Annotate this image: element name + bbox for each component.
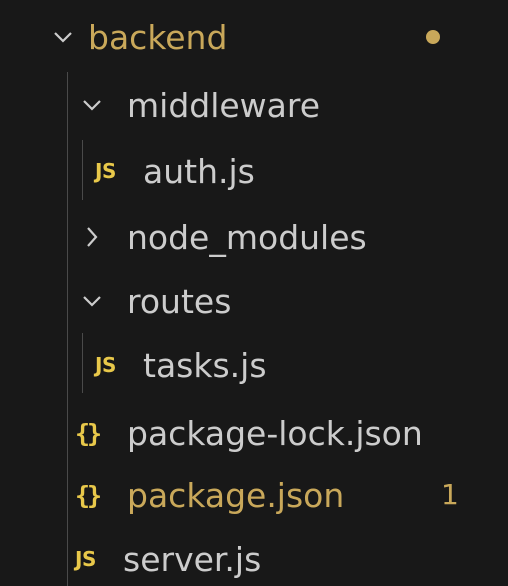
problem-count-badge: 1 [441, 478, 459, 511]
chevron-right-icon [77, 222, 107, 252]
chevron-down-icon [77, 90, 107, 120]
chevron-down-icon [48, 22, 78, 52]
javascript-file-icon: JS [95, 353, 116, 377]
modified-dot-indicator [426, 30, 440, 44]
tree-item-label: routes [127, 281, 232, 321]
tree-item-auth-js[interactable]: JS auth.js [0, 138, 508, 204]
tree-item-label: package-lock.json [127, 413, 423, 453]
tree-item-label: tasks.js [143, 345, 267, 385]
tree-item-label: middleware [127, 85, 321, 125]
tree-item-label: package.json [127, 475, 345, 515]
tree-item-label: backend [88, 17, 228, 57]
tree-item-server-js[interactable]: JS server.js [0, 526, 508, 586]
javascript-file-icon: JS [75, 547, 96, 571]
json-file-icon: {} [75, 418, 102, 448]
tree-item-label: server.js [123, 539, 262, 579]
javascript-file-icon: JS [95, 159, 116, 183]
tree-item-middleware[interactable]: middleware [0, 72, 508, 138]
tree-item-tasks-js[interactable]: JS tasks.js [0, 332, 508, 398]
tree-item-package-json[interactable]: {} package.json [0, 462, 508, 528]
chevron-down-icon [77, 286, 107, 316]
tree-item-label: auth.js [143, 151, 255, 191]
tree-item-node-modules[interactable]: node_modules [0, 204, 508, 270]
tree-item-routes[interactable]: routes [0, 268, 508, 334]
file-explorer-tree: backend middleware JS auth.js node_modul… [0, 0, 508, 586]
json-file-icon: {} [75, 480, 102, 510]
tree-item-package-lock-json[interactable]: {} package-lock.json [0, 400, 508, 466]
tree-item-label: node_modules [127, 217, 367, 257]
